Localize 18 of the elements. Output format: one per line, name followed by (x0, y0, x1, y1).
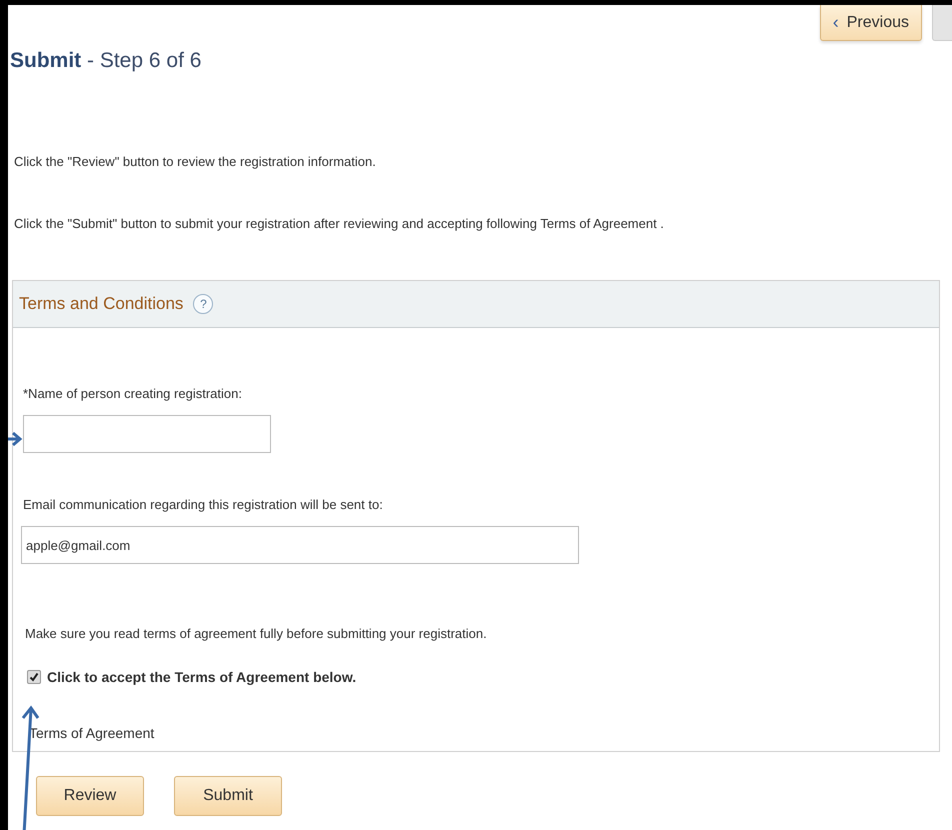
accept-checkbox[interactable] (27, 670, 41, 684)
terms-link[interactable]: Terms of Agreement (29, 725, 154, 741)
action-button[interactable]: Submit (174, 776, 282, 816)
instruction-text: Click the "Review" button to review the registration information. (14, 154, 377, 169)
step-indicator: - Step 6 of 6 (87, 49, 202, 72)
email-input-field[interactable]: apple@gmail.com (21, 526, 579, 564)
action-button[interactable]: Review (36, 776, 144, 816)
caret-icon: ‹ (832, 12, 839, 33)
previous-button[interactable]: ‹ Previous (820, 5, 922, 41)
name-input-field[interactable] (23, 415, 271, 453)
page-title: Submit (10, 49, 82, 72)
field-label: Email communication regarding this registration will be sent to: (23, 497, 383, 512)
instruction-text: Click the "Submit" button to submit your registration after reviewing and accepting following Terms of Agreement . (14, 216, 665, 231)
section-title: Terms and Conditions (19, 294, 184, 314)
help-icon[interactable]: ? (193, 294, 214, 314)
notice-text: Make sure you read terms of agreement fully before submitting your registration. (25, 626, 487, 641)
checkbox-label: Click to accept the Terms of Agreement below. (47, 669, 356, 685)
field-label: *Name of person creating registration: (23, 386, 242, 401)
